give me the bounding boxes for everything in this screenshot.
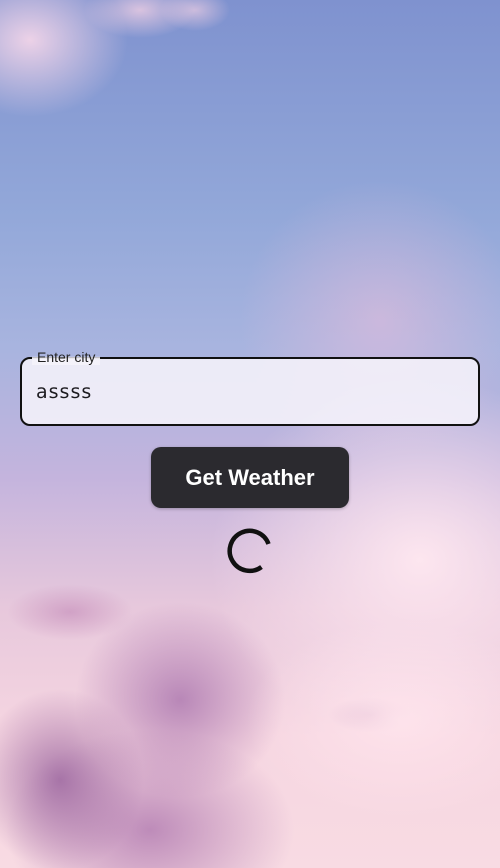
get-weather-button[interactable]: Get Weather	[151, 447, 349, 508]
sky-background	[0, 0, 500, 868]
city-input[interactable]	[36, 377, 456, 407]
city-field[interactable]: Enter city	[20, 349, 480, 426]
loading-spinner-icon	[227, 528, 271, 574]
city-field-label: Enter city	[32, 349, 101, 365]
